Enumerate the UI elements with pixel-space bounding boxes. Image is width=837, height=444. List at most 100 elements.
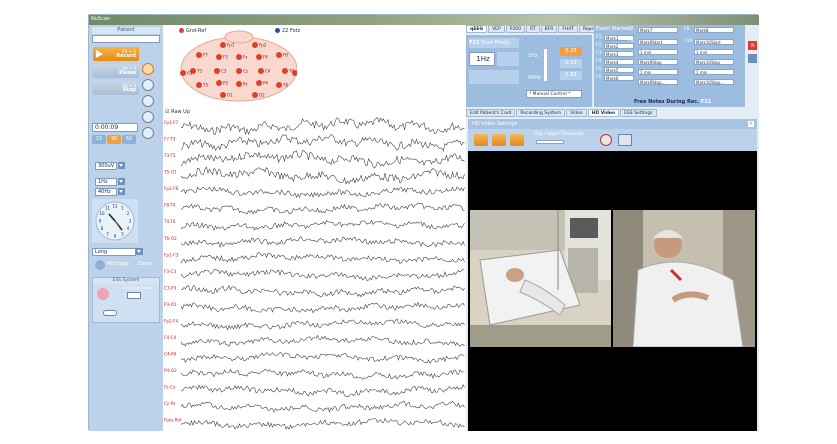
microphone-icon[interactable] <box>510 134 524 146</box>
electrode-label: T6 <box>282 83 288 88</box>
electrode-label: F4 <box>263 55 268 60</box>
low-filter-select[interactable]: 1Hz <box>95 178 117 186</box>
head-icon[interactable] <box>142 79 154 91</box>
head-icon[interactable] <box>142 95 154 107</box>
marker-option[interactable]: 1 min <box>694 49 734 55</box>
tab-fhat[interactable]: FHAT <box>558 25 578 33</box>
photic-value-3: 1.83 <box>560 71 582 80</box>
marker-field[interactable]: Mark7 <box>638 27 678 33</box>
electrode-marker[interactable] <box>256 80 262 86</box>
tab-recording-system[interactable]: Recording System <box>516 109 566 117</box>
tab-hd-video[interactable]: HD Video <box>587 109 620 117</box>
app-window: NuScan Patient Alt + R Record Alt + P Pa… <box>88 14 759 431</box>
speed-30-button[interactable]: 30 <box>107 135 121 144</box>
electrode-marker[interactable] <box>282 68 288 74</box>
speed-60-button[interactable]: 60 <box>122 135 136 144</box>
clock-number: 12 <box>112 204 118 209</box>
day-night-slider[interactable] <box>536 140 564 144</box>
marker-option[interactable]: Mark9Stop <box>638 59 678 65</box>
electrode-marker[interactable] <box>252 92 258 98</box>
recording-timer: 0:00:09 <box>92 123 138 132</box>
sensitivity-select[interactable]: 300uV <box>95 162 117 170</box>
electrode-marker[interactable] <box>258 68 264 74</box>
settings-tabs: Edit Patient's Card Recording System Video… <box>466 109 759 118</box>
electrode-label: T3 <box>196 69 202 74</box>
head-icon[interactable] <box>142 127 154 139</box>
head-icon[interactable] <box>142 111 154 123</box>
speed-15-button[interactable]: 15 <box>92 135 106 144</box>
electrode-label: Fp2 <box>259 43 267 48</box>
close-icon[interactable]: × <box>748 121 754 127</box>
electrode-marker[interactable] <box>216 54 222 60</box>
electrode-marker[interactable] <box>236 68 242 74</box>
montage-select[interactable]: Long <box>92 248 136 256</box>
electrode-marker[interactable] <box>220 42 226 48</box>
tab-ess-settings[interactable]: ESS Settings <box>620 109 657 117</box>
eeg-trace <box>180 219 465 232</box>
electrode-marker[interactable] <box>256 54 262 60</box>
tab-edit-patient-s-card[interactable]: Edit Patient's Card <box>466 109 516 117</box>
record-button[interactable]: Alt + R Record <box>93 47 139 61</box>
tab-qeeg[interactable]: qEEG <box>466 25 488 33</box>
free-notes-label: Free Notes During Rec. F11 <box>634 99 712 105</box>
electrode-marker[interactable] <box>180 70 186 76</box>
chevron-down-icon[interactable] <box>748 54 757 63</box>
tools-icon[interactable] <box>469 70 519 84</box>
electrode-marker[interactable] <box>196 82 202 88</box>
electrode-marker[interactable] <box>214 68 220 74</box>
marker-field[interactable]: Mark8 <box>694 27 734 33</box>
monitor-icon[interactable] <box>618 134 632 146</box>
marker-option[interactable]: 1 min <box>638 49 678 55</box>
marker-option[interactable]: 1 min <box>638 69 678 75</box>
camera-icon[interactable] <box>492 134 506 146</box>
marker-field[interactable]: Mark10Start <box>694 39 734 45</box>
electrode-marker[interactable] <box>220 92 226 98</box>
tab-p300[interactable]: P300 <box>505 25 526 33</box>
marker-field[interactable]: Mark3 <box>604 51 634 57</box>
electrode-marker[interactable] <box>236 54 242 60</box>
chevron-down-icon[interactable] <box>118 188 125 195</box>
marker-field[interactable]: Mark4 <box>604 59 634 65</box>
close-icon[interactable]: × <box>748 41 757 50</box>
marker-option[interactable]: Mark10Stop <box>694 59 734 65</box>
tab-bfr[interactable]: BFR <box>540 25 558 33</box>
ess-toggle[interactable] <box>103 310 117 316</box>
tab-vep[interactable]: VEP <box>488 25 505 33</box>
electrode-marker[interactable] <box>276 82 282 88</box>
chevron-down-icon[interactable] <box>118 162 125 169</box>
camera-icon[interactable] <box>474 134 488 146</box>
electrode-marker[interactable] <box>196 52 202 58</box>
mute-icon[interactable] <box>600 134 612 146</box>
channel-label: Foto-Ref <box>164 418 182 423</box>
frequency-slider[interactable] <box>544 49 547 81</box>
stop-button[interactable]: Alt + S Stop <box>93 81 139 95</box>
eeg-traces: Fp1-F7 F7-T3 T3-T5 T5-O1 Fp2-F8 F8-T4 T4-T6 T6-… <box>163 117 465 430</box>
marker-option[interactable]: Mark10Stop... <box>694 79 734 85</box>
electrode-marker[interactable] <box>236 81 242 87</box>
marker-option[interactable]: Mark9Stop... <box>638 79 678 85</box>
channel-label: Fp1-F3 <box>164 252 179 257</box>
patient-field[interactable] <box>92 35 160 43</box>
electrode-marker[interactable] <box>252 42 258 48</box>
chevron-down-icon[interactable] <box>118 178 125 185</box>
high-filter-select[interactable]: 40Hz <box>95 188 117 196</box>
electrode-marker[interactable] <box>216 80 222 86</box>
marker-option[interactable]: 1 min <box>694 69 734 75</box>
photic-start-button[interactable]: F12 Start Photic <box>469 38 519 48</box>
hd-video-header: HD Video Settings × <box>468 119 757 129</box>
channel-label: T6-O2 <box>163 236 177 241</box>
electrode-marker[interactable] <box>276 52 282 58</box>
window-title: NuScan <box>91 16 111 22</box>
photic-mode-select[interactable]: * Manual Control * <box>526 90 582 98</box>
raw-up-checkbox[interactable]: ☑ Raw Up <box>165 109 190 115</box>
marker-field[interactable]: Mark6 <box>604 75 634 81</box>
tab-video[interactable]: Video <box>566 109 587 117</box>
side-toolbar <box>141 63 155 323</box>
montage-button[interactable]: Montage <box>107 260 129 269</box>
tab-rt[interactable]: RT <box>526 25 540 33</box>
marker-field[interactable]: Mark5 <box>604 67 634 73</box>
photic-decrease-button[interactable] <box>497 52 519 66</box>
brain-icon[interactable] <box>142 63 154 75</box>
marker-field[interactable]: Mark9Start <box>638 39 678 45</box>
pause-button[interactable]: Alt + P Pause <box>93 64 139 78</box>
